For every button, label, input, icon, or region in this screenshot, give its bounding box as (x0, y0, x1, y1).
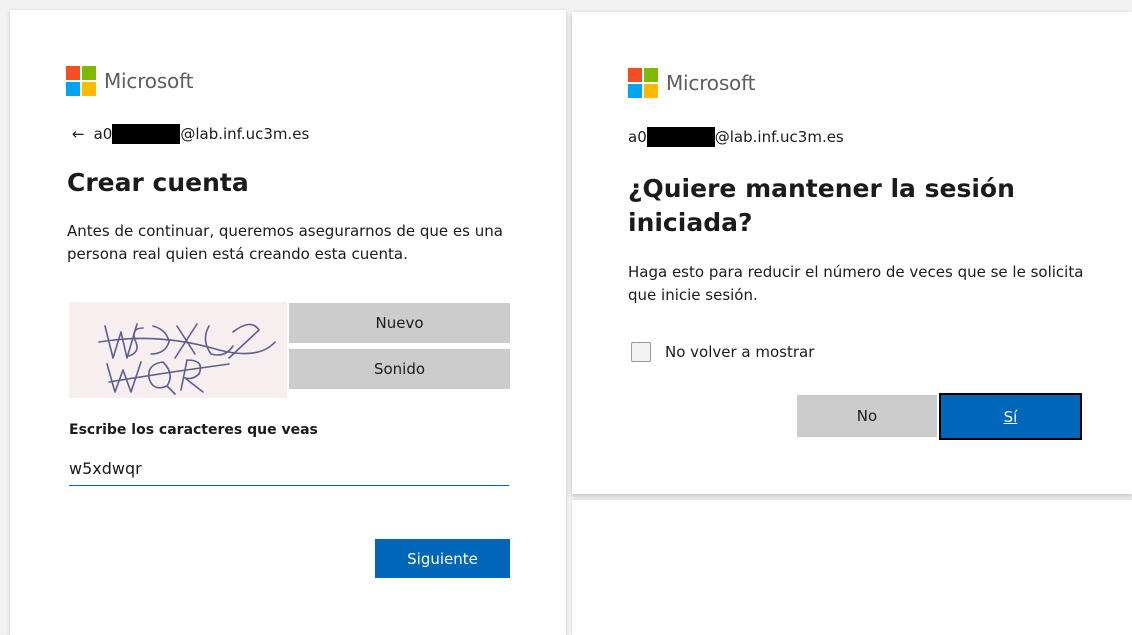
dont-show-again-label[interactable]: No volver a mostrar (665, 343, 814, 361)
microsoft-logo-icon (628, 68, 658, 98)
captcha-input-label: Escribe los caracteres que veas (69, 422, 318, 438)
next-button[interactable]: Siguiente (375, 539, 510, 578)
yes-button[interactable]: Sí (939, 393, 1082, 440)
dont-show-again-checkbox[interactable] (631, 342, 651, 362)
microsoft-logo-icon (66, 66, 96, 96)
page-description: Haga esto para reducir el número de vece… (628, 263, 1084, 304)
redacted-block (646, 127, 715, 147)
captcha-glyphs (98, 323, 276, 395)
back-arrow-icon[interactable]: ← (72, 125, 85, 143)
microsoft-logo-text: Microsoft (666, 71, 756, 95)
new-captcha-button[interactable]: Nuevo (289, 303, 510, 343)
blank-panel (572, 500, 1132, 635)
page-title: ¿Quiere mantener la sesión iniciada? (628, 174, 1015, 237)
identity-row: a0 @lab.inf.uc3m.es (628, 127, 844, 147)
microsoft-logo: Microsoft (66, 66, 193, 96)
stay-signed-in-panel: Microsoft a0 @lab.inf.uc3m.es ¿Quiere ma… (572, 12, 1132, 494)
no-button[interactable]: No (797, 395, 937, 437)
identity-prefix: a0 (93, 125, 113, 143)
create-account-panel: Microsoft ← a0 @lab.inf.uc3m.es Crear cu… (10, 10, 566, 635)
captcha-image (69, 302, 287, 398)
redacted-block (112, 124, 181, 144)
microsoft-logo-text: Microsoft (104, 69, 194, 93)
identity-prefix: a0 (628, 128, 647, 146)
identity-suffix: @lab.inf.uc3m.es (180, 125, 310, 143)
dont-show-again-row[interactable]: No volver a mostrar (631, 342, 814, 362)
microsoft-logo: Microsoft (628, 68, 755, 98)
identity-row: ← a0 @lab.inf.uc3m.es (72, 124, 309, 144)
page-description: Antes de continuar, queremos asegurarnos… (67, 222, 503, 263)
identity-suffix: @lab.inf.uc3m.es (714, 128, 844, 146)
page-title: Crear cuenta (67, 168, 249, 197)
audio-captcha-button[interactable]: Sonido (289, 349, 510, 389)
captcha-input[interactable] (69, 456, 509, 486)
